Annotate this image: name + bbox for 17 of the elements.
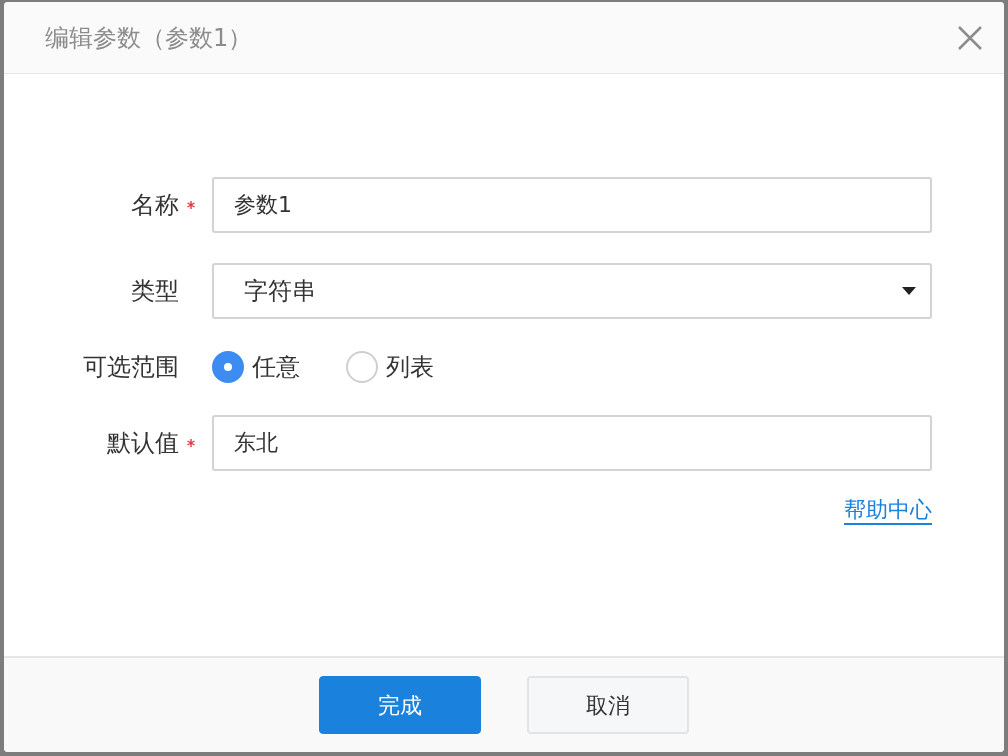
input-field[interactable]: 东北: [212, 415, 932, 471]
cancel-button[interactable]: 取消: [527, 676, 689, 734]
help-link[interactable]: 帮助中心: [844, 497, 932, 526]
radio-option[interactable]: 任意: [212, 349, 300, 385]
input-field[interactable]: 参数1: [212, 177, 932, 233]
field-label: 名称: [131, 190, 179, 221]
type-dropdown[interactable]: 字符串: [212, 263, 932, 319]
radio-circle[interactable]: [346, 351, 378, 383]
caret-icon: [902, 287, 916, 295]
field-label: 可选范围: [83, 352, 179, 383]
field-label: 默认值: [107, 428, 179, 459]
close-button[interactable]: [956, 23, 984, 52]
field-label: 类型: [131, 276, 179, 307]
radio-circle[interactable]: [212, 351, 244, 383]
done-button[interactable]: 完成: [319, 676, 481, 734]
radio-option[interactable]: 列表: [346, 349, 434, 385]
dialog-title: 编辑参数（参数1）: [45, 22, 253, 54]
